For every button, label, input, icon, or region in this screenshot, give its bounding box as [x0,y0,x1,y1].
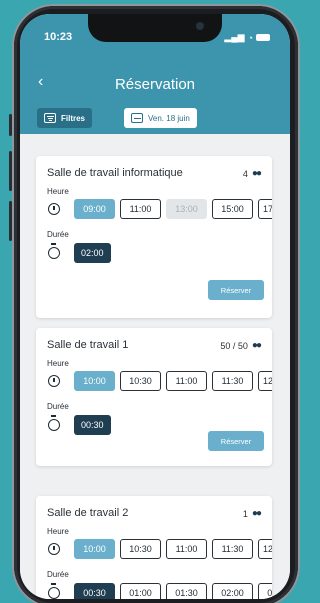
room-name: Salle de travail 1 [47,339,129,351]
duration-label: Durée [47,230,69,239]
people-icon: ●● [251,508,262,519]
people-icon: ●● [251,340,262,351]
time-slot[interactable]: 10:00 [74,539,115,559]
time-slots: 10:00 10:30 11:00 11:30 12 [74,371,272,391]
battery-icon [256,34,270,41]
time-slot[interactable]: 12 [258,539,272,559]
time-slots: 10:00 10:30 11:00 11:30 12 [74,539,272,559]
reserve-button[interactable]: Réserver [208,431,264,451]
room-capacity: 4 ●● [242,168,262,179]
time-slot[interactable]: 09:00 [74,199,115,219]
app-header: 10:23 ▂▄▆ ◔ ‹ Réservation Filtres Ven. 1… [20,14,290,149]
time-slot[interactable]: 11:00 [120,199,161,219]
clock-icon [48,203,60,215]
room-name: Salle de travail informatique [47,167,183,179]
hour-label: Heure [47,359,69,368]
status-icons: ▂▄▆ ◔ [224,32,270,43]
wifi-icon: ◔ [247,32,253,43]
duration-value[interactable]: 02:00 [74,243,111,263]
date-label: Ven. 18 juin [148,113,190,123]
calendar-icon [131,113,143,123]
duration-option[interactable]: 01:00 [120,583,161,599]
capacity-value: 50 / 50 [220,340,248,351]
duration-label: Durée [47,570,69,579]
room-card: Salle de travail 2 1 ●● Heure 10:00 10:3… [36,496,272,599]
volume-down-button [9,201,12,241]
room-capacity: 50 / 50 ●● [220,340,262,351]
time-slot[interactable]: 10:00 [74,371,115,391]
page-title: Réservation [114,76,196,93]
filter-icon [44,113,56,123]
room-capacity: 1 ●● [242,508,262,519]
capacity-value: 4 [242,168,248,179]
duration-label: Durée [47,402,69,411]
time-slot[interactable]: 11:00 [166,539,207,559]
time-slot[interactable]: 17 [258,199,272,219]
content-area: Salle de travail informatique 4 ●● Heure… [20,134,290,599]
duration-options: 00:30 01:00 01:30 02:00 02:30 [74,583,272,599]
status-time: 10:23 [44,31,73,43]
people-icon: ●● [251,168,262,179]
time-slot[interactable]: 11:30 [212,371,253,391]
timer-icon [48,583,60,599]
volume-up-button [9,151,12,191]
screen: 10:23 ▂▄▆ ◔ ‹ Réservation Filtres Ven. 1… [20,14,290,599]
room-card: Salle de travail 1 50 / 50 ●● Heure 10:0… [36,328,272,466]
time-slot: 13:00 [166,199,207,219]
room-card: Salle de travail informatique 4 ●● Heure… [36,156,272,318]
timer-icon [48,243,60,259]
room-name: Salle de travail 2 [47,507,129,519]
camera [196,22,204,30]
hour-label: Heure [47,187,69,196]
notch [88,14,222,42]
time-slots: 09:00 11:00 13:00 15:00 17 [74,199,272,219]
filter-button[interactable]: Filtres [37,108,93,128]
reserve-button[interactable]: Réserver [208,280,264,300]
duration-value[interactable]: 00:30 [74,415,111,435]
time-slot[interactable]: 15:00 [212,199,253,219]
clock-icon [48,375,60,387]
time-slot[interactable]: 11:30 [212,539,253,559]
hour-label: Heure [47,527,69,536]
time-slot[interactable]: 10:30 [120,371,161,391]
time-slot[interactable]: 11:00 [166,371,207,391]
timer-icon [48,415,60,431]
duration-option[interactable]: 00:30 [74,583,115,599]
time-slot[interactable]: 10:30 [120,539,161,559]
signal-icon: ▂▄▆ [224,32,245,42]
capacity-value: 1 [242,508,248,519]
clock-icon [48,543,60,555]
duration-option[interactable]: 02:00 [212,583,253,599]
side-button [9,114,12,136]
time-slot[interactable]: 12 [258,371,272,391]
filter-label: Filtres [61,113,86,123]
duration-option[interactable]: 02:30 [258,583,272,599]
duration-option[interactable]: 01:30 [166,583,207,599]
date-button[interactable]: Ven. 18 juin [124,108,197,128]
